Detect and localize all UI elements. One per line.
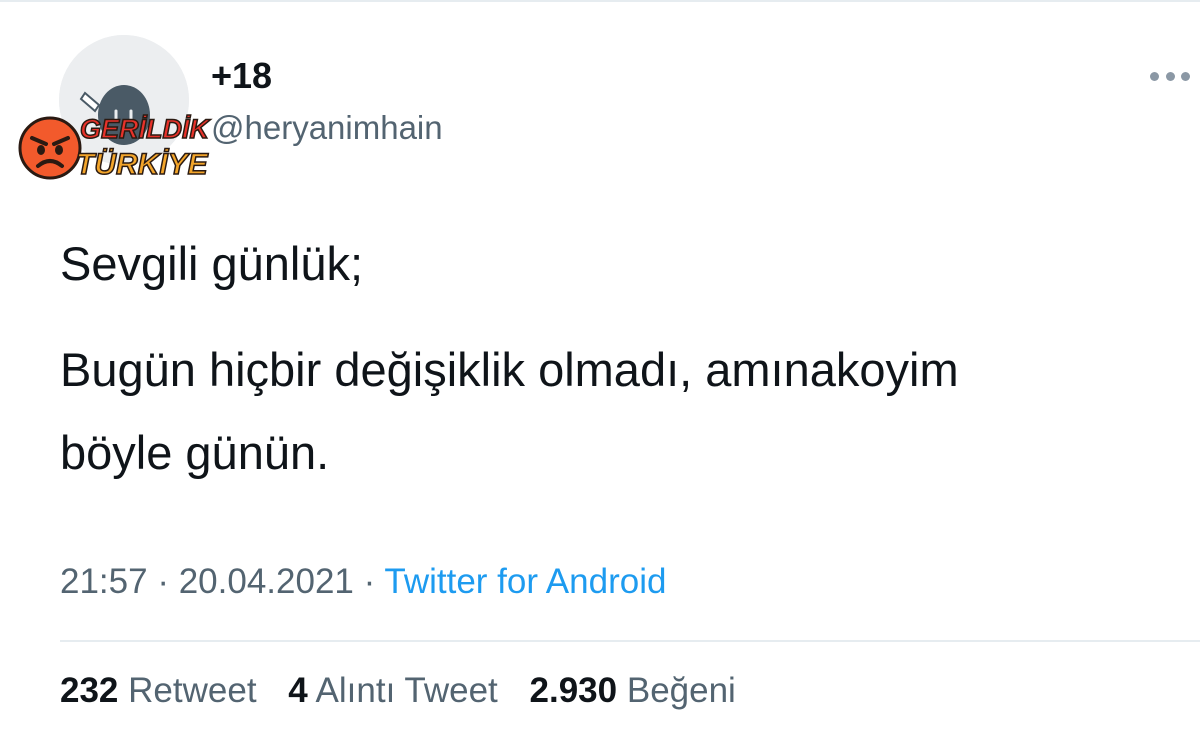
quote-tweet-count[interactable]: 4 Alıntı Tweet [288,671,498,710]
display-name[interactable]: +18 [211,56,272,96]
svg-text:TÜRKİYE: TÜRKİYE [76,148,209,181]
watermark-logo: GERİLDİK TÜRKİYE [14,108,224,186]
tweet-stats: 232 Retweet 4 Alıntı Tweet 2.930 Beğeni [60,669,758,713]
tweet-date[interactable]: 20.04.2021 [179,562,354,601]
tweet-time[interactable]: 21:57 [60,562,148,601]
like-count[interactable]: 2.930 Beğeni [530,671,736,710]
meta-separator: · [157,562,169,601]
tweet-metadata: 21:57 · 20.04.2021 · Twitter for Android [60,560,666,604]
tweet-source-link[interactable]: Twitter for Android [384,562,666,601]
tweet-card: +18 @heryanimhain GERİLDİK TÜRKİYE Sevgi… [0,0,1200,733]
more-horizontal-icon[interactable] [1150,66,1190,86]
svg-text:GERİLDİK: GERİLDİK [80,114,212,144]
top-divider [0,0,1200,2]
retweet-count[interactable]: 232 Retweet [60,671,257,710]
angry-face-icon: GERİLDİK TÜRKİYE [18,113,212,182]
tweet-text-line-3: böyle günün. [60,426,330,479]
stats-divider [60,640,1200,642]
user-handle[interactable]: @heryanimhain [211,108,443,148]
tweet-text-line-2: Bugün hiçbir değişiklik olmadı, amınakoy… [60,343,959,396]
meta-separator: · [363,562,376,601]
tweet-text-line-1: Sevgili günlük; [60,237,364,290]
